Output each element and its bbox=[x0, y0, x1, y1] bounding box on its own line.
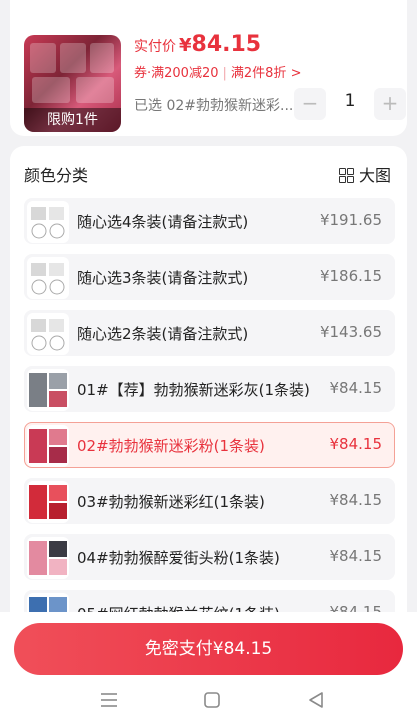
variant-price: ¥84.15 bbox=[329, 547, 383, 565]
variant-name: 随心选4条装(请备注款式) bbox=[77, 213, 249, 231]
quantity-stepper: − 1 + bbox=[294, 88, 406, 120]
big-image-label: 大图 bbox=[358, 166, 391, 185]
decrease-quantity-button[interactable]: − bbox=[294, 88, 326, 120]
variant-thumbnail bbox=[27, 201, 69, 243]
variant-name: 02#勃勃猴新迷彩粉(1条装) bbox=[77, 437, 265, 455]
variant-thumbnail bbox=[27, 425, 69, 467]
promotion-row[interactable]: 券·满200减20 | 满2件8折 > bbox=[134, 62, 301, 81]
back-icon[interactable] bbox=[304, 688, 328, 712]
variant-price: ¥84.15 bbox=[329, 379, 383, 397]
variant-price: ¥143.65 bbox=[319, 323, 382, 341]
variant-option[interactable]: 03#勃勃猴新迷彩红(1条装) ¥84.15 bbox=[24, 478, 395, 524]
variant-name: 03#勃勃猴新迷彩红(1条装) bbox=[77, 493, 265, 511]
variant-name: 04#勃勃猴醉爱街头粉(1条装) bbox=[77, 549, 280, 567]
section-title: 颜色分类 bbox=[24, 166, 89, 185]
variant-option[interactable]: 随心选3条装(请备注款式) ¥186.15 bbox=[24, 254, 395, 300]
variant-price: ¥84.15 bbox=[329, 435, 383, 453]
variant-option[interactable]: 01#【荐】勃勃猴新迷彩灰(1条装) ¥84.15 bbox=[24, 366, 395, 412]
price-label: 实付价 bbox=[134, 39, 176, 55]
variant-options-card: 颜色分类 大图 随心选4条装(请备注款式) ¥191.65 随心选3条装(请备注… bbox=[10, 146, 407, 636]
chevron-right-icon: > bbox=[290, 66, 302, 81]
increase-quantity-button[interactable]: + bbox=[374, 88, 406, 120]
variant-option[interactable]: 随心选4条装(请备注款式) ¥191.65 bbox=[24, 198, 395, 244]
quantity-value[interactable]: 1 bbox=[326, 91, 374, 111]
price-value: 84.15 bbox=[191, 32, 262, 57]
discount-text: 满2件8折 bbox=[230, 66, 287, 81]
variant-thumbnail bbox=[27, 481, 69, 523]
variant-price: ¥186.15 bbox=[319, 267, 382, 285]
system-nav-bar bbox=[0, 680, 417, 720]
coupon-text: 券·满200减20 bbox=[134, 66, 219, 81]
variant-thumbnail bbox=[27, 369, 69, 411]
promo-divider: | bbox=[222, 66, 227, 81]
menu-icon[interactable] bbox=[97, 688, 121, 712]
variant-option[interactable]: 随心选2条装(请备注款式) ¥143.65 bbox=[24, 310, 395, 356]
variant-price: ¥84.15 bbox=[329, 491, 383, 509]
grid-icon bbox=[338, 168, 354, 183]
product-thumbnail[interactable]: 限购1件 bbox=[24, 35, 121, 132]
selected-variant-text: 已选 02#勃勃猴新迷彩... bbox=[134, 98, 294, 114]
variant-name: 01#【荐】勃勃猴新迷彩灰(1条装) bbox=[77, 381, 310, 399]
variant-name: 随心选2条装(请备注款式) bbox=[77, 325, 249, 343]
variant-price: ¥191.65 bbox=[319, 211, 382, 229]
big-image-toggle[interactable]: 大图 bbox=[338, 162, 391, 186]
variant-thumbnail bbox=[27, 537, 69, 579]
home-icon[interactable] bbox=[200, 688, 224, 712]
variant-option-selected[interactable]: 02#勃勃猴新迷彩粉(1条装) ¥84.15 bbox=[24, 422, 395, 468]
variant-name: 随心选3条装(请备注款式) bbox=[77, 269, 249, 287]
product-summary-card: 限购1件 实付价 ¥84.15 券·满200减20 | 满2件8折 > 已选 02#勃… bbox=[10, 0, 407, 136]
variant-thumbnail bbox=[27, 313, 69, 355]
variant-thumbnail bbox=[27, 257, 69, 299]
purchase-limit-badge: 限购1件 bbox=[24, 108, 121, 132]
currency-symbol: ¥ bbox=[179, 35, 192, 56]
pay-button[interactable]: 免密支付¥84.15 bbox=[14, 623, 403, 675]
variant-option[interactable]: 04#勃勃猴醉爱街头粉(1条装) ¥84.15 bbox=[24, 534, 395, 580]
actual-price: 实付价 ¥84.15 bbox=[134, 32, 261, 57]
